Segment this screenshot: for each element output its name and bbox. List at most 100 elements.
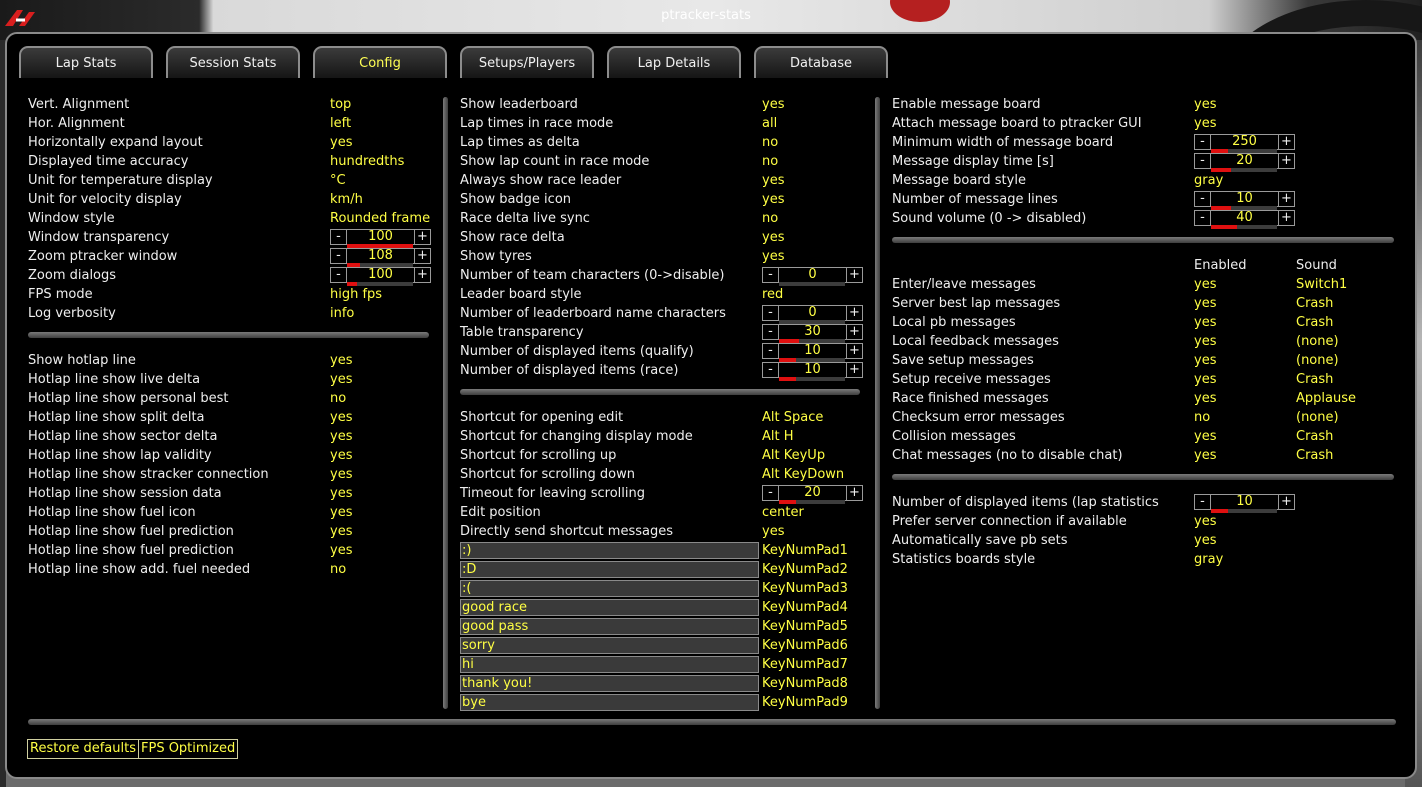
increment-button[interactable]: + xyxy=(414,229,430,245)
setting-value[interactable]: Alt KeyUp xyxy=(762,446,825,465)
shortcut-message-input[interactable]: sorry xyxy=(460,637,759,654)
shortcut-key[interactable]: KeyNumPad3 xyxy=(762,579,848,598)
setting-value[interactable]: °C xyxy=(330,171,346,190)
setting-value[interactable]: no xyxy=(330,560,346,579)
message-sound-value[interactable]: Switch1 xyxy=(1296,275,1347,294)
setting-value[interactable]: high fps xyxy=(330,285,382,304)
shortcut-key[interactable]: KeyNumPad2 xyxy=(762,560,848,579)
shortcut-key[interactable]: KeyNumPad4 xyxy=(762,598,848,617)
setting-value[interactable]: gray xyxy=(1194,171,1223,190)
setting-value[interactable]: no xyxy=(330,389,346,408)
shortcut-message-input[interactable]: thank you! xyxy=(460,675,759,692)
setting-value[interactable]: no xyxy=(762,133,778,152)
message-enabled-value[interactable]: yes xyxy=(1194,389,1216,408)
shortcut-message-input[interactable]: :( xyxy=(460,580,759,597)
increment-button[interactable]: + xyxy=(1278,134,1294,150)
setting-value[interactable]: no xyxy=(762,209,778,228)
stepper-slider[interactable] xyxy=(1211,225,1277,229)
setting-value[interactable]: yes xyxy=(330,351,352,370)
tab-session-stats[interactable]: Session Stats xyxy=(166,46,300,78)
setting-value[interactable]: yes xyxy=(1194,512,1216,531)
setting-value[interactable]: center xyxy=(762,503,804,522)
message-enabled-value[interactable]: yes xyxy=(1194,275,1216,294)
increment-button[interactable]: + xyxy=(414,248,430,264)
setting-value[interactable]: yes xyxy=(330,541,352,560)
increment-button[interactable]: + xyxy=(846,362,862,378)
setting-value[interactable]: yes xyxy=(330,446,352,465)
tab-lap-stats[interactable]: Lap Stats xyxy=(19,46,153,78)
message-sound-value[interactable]: Applause xyxy=(1296,389,1356,408)
setting-value[interactable]: yes xyxy=(330,484,352,503)
shortcut-key[interactable]: KeyNumPad7 xyxy=(762,655,848,674)
shortcut-key[interactable]: KeyNumPad8 xyxy=(762,674,848,693)
decrement-button[interactable]: - xyxy=(763,267,779,283)
setting-value[interactable]: gray xyxy=(1194,550,1223,569)
setting-value[interactable]: yes xyxy=(762,171,784,190)
decrement-button[interactable]: - xyxy=(1195,191,1211,207)
message-enabled-value[interactable]: yes xyxy=(1194,446,1216,465)
message-sound-value[interactable]: (none) xyxy=(1296,351,1339,370)
message-enabled-value[interactable]: yes xyxy=(1194,313,1216,332)
shortcut-message-input[interactable]: bye xyxy=(460,694,759,711)
setting-value[interactable]: Alt Space xyxy=(762,408,823,427)
increment-button[interactable]: + xyxy=(414,267,430,283)
increment-button[interactable]: + xyxy=(1278,210,1294,226)
shortcut-message-input[interactable]: :D xyxy=(460,561,759,578)
decrement-button[interactable]: - xyxy=(1195,494,1211,510)
setting-value[interactable]: yes xyxy=(1194,95,1216,114)
decrement-button[interactable]: - xyxy=(763,485,779,501)
shortcut-message-input[interactable]: good race xyxy=(460,599,759,616)
setting-value[interactable]: yes xyxy=(1194,531,1216,550)
increment-button[interactable]: + xyxy=(846,485,862,501)
setting-value[interactable]: Rounded frame xyxy=(330,209,430,228)
decrement-button[interactable]: - xyxy=(763,343,779,359)
shortcut-message-input[interactable]: :) xyxy=(460,542,759,559)
increment-button[interactable]: + xyxy=(1278,191,1294,207)
tab-database[interactable]: Database xyxy=(754,46,888,78)
message-enabled-value[interactable]: yes xyxy=(1194,370,1216,389)
decrement-button[interactable]: - xyxy=(331,248,347,264)
setting-value[interactable]: km/h xyxy=(330,190,363,209)
decrement-button[interactable]: - xyxy=(763,305,779,321)
shortcut-message-input[interactable]: hi xyxy=(460,656,759,673)
setting-value[interactable]: left xyxy=(330,114,351,133)
decrement-button[interactable]: - xyxy=(1195,134,1211,150)
setting-value[interactable]: Alt H xyxy=(762,427,794,446)
tab-setups-players[interactable]: Setups/Players xyxy=(460,46,594,78)
fps-optimized-button[interactable]: FPS Optimized xyxy=(138,739,239,759)
setting-value[interactable]: all xyxy=(762,114,777,133)
decrement-button[interactable]: - xyxy=(1195,153,1211,169)
setting-value[interactable]: yes xyxy=(330,370,352,389)
stepper-slider[interactable] xyxy=(779,377,845,381)
setting-value[interactable]: no xyxy=(762,152,778,171)
setting-value[interactable]: yes xyxy=(762,228,784,247)
decrement-button[interactable]: - xyxy=(763,324,779,340)
message-sound-value[interactable]: Crash xyxy=(1296,294,1333,313)
decrement-button[interactable]: - xyxy=(1195,210,1211,226)
setting-value[interactable]: yes xyxy=(330,522,352,541)
setting-value[interactable]: red xyxy=(762,285,783,304)
message-enabled-value[interactable]: yes xyxy=(1194,294,1216,313)
message-enabled-value[interactable]: no xyxy=(1194,408,1210,427)
setting-value[interactable]: yes xyxy=(1194,114,1216,133)
tab-config[interactable]: Config xyxy=(313,46,447,78)
setting-value[interactable]: yes xyxy=(762,190,784,209)
setting-value[interactable]: yes xyxy=(762,522,784,541)
message-sound-value[interactable]: Crash xyxy=(1296,427,1333,446)
message-enabled-value[interactable]: yes xyxy=(1194,427,1216,446)
setting-value[interactable]: top xyxy=(330,95,351,114)
message-enabled-value[interactable]: yes xyxy=(1194,351,1216,370)
decrement-button[interactable]: - xyxy=(331,267,347,283)
tab-lap-details[interactable]: Lap Details xyxy=(607,46,741,78)
setting-value[interactable]: hundredths xyxy=(330,152,404,171)
shortcut-message-input[interactable]: good pass xyxy=(460,618,759,635)
setting-value[interactable]: Alt KeyDown xyxy=(762,465,844,484)
increment-button[interactable]: + xyxy=(846,305,862,321)
shortcut-key[interactable]: KeyNumPad9 xyxy=(762,693,848,712)
shortcut-key[interactable]: KeyNumPad1 xyxy=(762,541,848,560)
setting-value[interactable]: yes xyxy=(330,427,352,446)
setting-value[interactable]: yes xyxy=(330,503,352,522)
message-sound-value[interactable]: Crash xyxy=(1296,313,1333,332)
setting-value[interactable]: yes xyxy=(762,247,784,266)
setting-value[interactable]: info xyxy=(330,304,354,323)
